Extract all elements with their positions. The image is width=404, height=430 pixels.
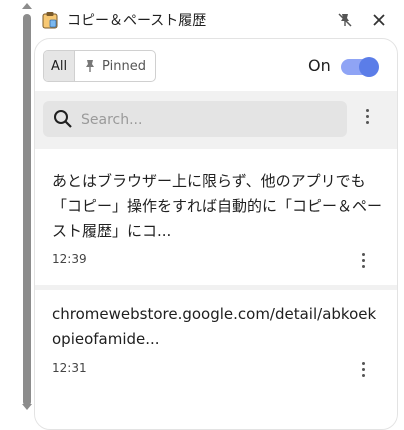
search-input[interactable] <box>79 107 333 133</box>
history-item-time: 12:31 <box>52 361 87 375</box>
close-button[interactable] <box>368 9 390 31</box>
toggle-knob <box>359 57 379 77</box>
filter-all-button[interactable]: All <box>44 51 75 81</box>
history-panel: All Pinned On Search... あとはブラウザー上に限らず、他の… <box>34 38 398 430</box>
history-item-text: あとはブラウザー上に限らず、他のアプリでも「コピー」操作をすれば自動的に「コピー… <box>52 172 383 240</box>
item-more-icon[interactable] <box>361 253 365 268</box>
scrollbar-thumb[interactable] <box>23 14 31 406</box>
search-box[interactable] <box>43 101 347 137</box>
scroll-up-arrow-icon[interactable] <box>22 3 32 9</box>
history-item[interactable]: chromewebstore.google.com/detail/abkoeko… <box>35 290 397 410</box>
history-item[interactable] <box>35 403 397 429</box>
history-item-time: 12:39 <box>52 252 87 266</box>
toggle-label: On <box>308 56 331 75</box>
filter-pinned-label: Pinned <box>102 58 146 74</box>
filter-group: All Pinned <box>43 50 156 82</box>
history-toggle[interactable] <box>341 57 379 77</box>
filter-pinned-button[interactable]: Pinned <box>75 51 155 81</box>
unpin-icon <box>338 13 352 27</box>
clipboard-icon <box>42 11 58 29</box>
side-panel-header: コピー＆ペースト履歴 <box>34 0 404 38</box>
search-icon <box>53 109 73 133</box>
panel-title: コピー＆ペースト履歴 <box>67 13 207 29</box>
search-area <box>35 91 397 147</box>
unpin-button[interactable] <box>334 9 356 31</box>
history-item[interactable]: あとはブラウザー上に限らず、他のアプリでも「コピー」操作をすれば自動的に「コピー… <box>35 149 397 285</box>
toolbar: All Pinned On <box>35 39 397 91</box>
scrollbar[interactable] <box>10 0 32 413</box>
pin-icon <box>86 60 95 72</box>
item-more-icon[interactable] <box>361 362 365 377</box>
scroll-down-arrow-icon[interactable] <box>22 404 32 410</box>
history-item-text: chromewebstore.google.com/detail/abkoeko… <box>52 305 377 348</box>
more-options-icon[interactable] <box>365 109 369 124</box>
close-icon <box>373 14 385 26</box>
